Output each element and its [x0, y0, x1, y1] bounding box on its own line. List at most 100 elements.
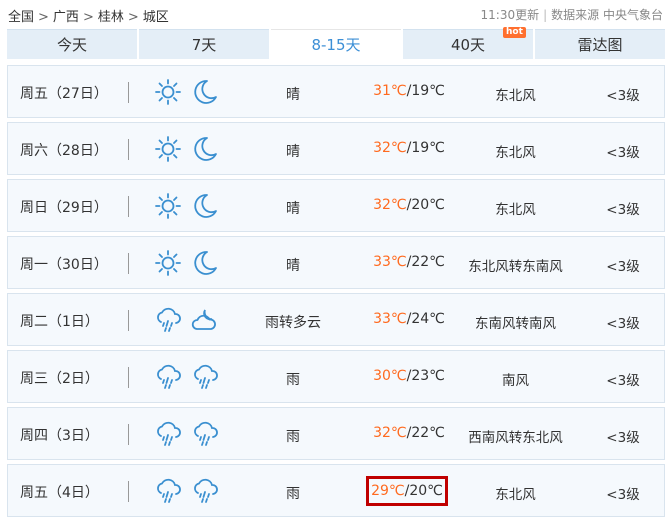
breadcrumb-separator: > — [127, 10, 139, 25]
divider — [128, 253, 129, 274]
tab-7-days[interactable]: 7天 — [139, 29, 269, 59]
moon-icon — [191, 249, 219, 277]
wind-level: <3级 — [606, 145, 640, 161]
breadcrumb-separator: > — [38, 10, 49, 25]
rain-icon — [154, 363, 182, 391]
high-temperature: 30℃ — [373, 368, 407, 384]
high-temperature: 32℃ — [373, 140, 407, 156]
rain-icon — [154, 306, 182, 334]
forecast-day: 周日（29日） — [20, 200, 108, 216]
wind-level: <3级 — [606, 259, 640, 275]
divider — [128, 196, 129, 217]
weather-condition: 晴 — [286, 201, 300, 217]
weather-condition: 雨 — [286, 429, 300, 445]
low-temperature: /19℃ — [406, 83, 445, 99]
wind-direction: 东南风转南风 — [475, 316, 556, 332]
weather-condition: 雨转多云 — [265, 315, 321, 331]
forecast-day: 周五（27日） — [20, 86, 108, 102]
data-source: 数据来源 中央气象台 — [551, 8, 663, 22]
wind-direction: 东北风 — [495, 145, 536, 161]
rain-icon — [154, 420, 182, 448]
wind-direction: 东北风转东南风 — [468, 259, 563, 275]
breadcrumb-national[interactable]: 全国 — [8, 10, 34, 25]
wind-direction: 东北风 — [495, 202, 536, 218]
high-temperature: 31℃ — [373, 83, 407, 99]
low-temperature: /19℃ — [406, 140, 445, 156]
update-time: 11:30更新 — [480, 8, 540, 22]
wind-level: <3级 — [606, 88, 640, 104]
rain-icon — [191, 363, 219, 391]
low-temperature: /22℃ — [406, 425, 445, 441]
wind-level: <3级 — [606, 373, 640, 389]
forecast-row: 周五（4日） 雨 29℃/20℃ 东北风 <3级 — [7, 464, 665, 517]
forecast-row: 周五（27日） 晴 31℃/19℃ 东北风 <3级 — [7, 65, 665, 118]
forecast-row: 周三（2日） 雨 30℃/23℃ 南风 <3级 — [7, 350, 665, 403]
forecast-day: 周三（2日） — [20, 371, 99, 387]
high-temperature: 32℃ — [373, 197, 407, 213]
breadcrumb-guangxi[interactable]: 广西 — [53, 10, 79, 25]
weather-condition: 雨 — [286, 372, 300, 388]
temperature: 33℃/24℃ — [364, 311, 454, 327]
wind-level: <3级 — [606, 430, 640, 446]
hot-badge: hot — [503, 27, 526, 38]
moon-icon — [191, 78, 219, 106]
weather-condition: 晴 — [286, 144, 300, 160]
low-temperature: /20℃ — [406, 197, 445, 213]
divider — [128, 424, 129, 445]
wind-direction: 南风 — [502, 373, 529, 389]
wind-direction: 东北风 — [495, 88, 536, 104]
wind-direction: 西南风转东北风 — [468, 430, 563, 446]
sun-icon — [154, 249, 182, 277]
high-temperature: 33℃ — [373, 254, 407, 270]
divider — [128, 82, 129, 103]
temperature: 32℃/22℃ — [364, 425, 454, 441]
divider — [128, 310, 129, 331]
tab-radar[interactable]: 雷达图 — [535, 29, 665, 59]
breadcrumb-district: 城区 — [142, 10, 169, 25]
breadcrumb: 全国 > 广西 > 桂林 > 城区 — [8, 6, 173, 25]
cloudy-night-icon — [191, 306, 219, 334]
breadcrumb-guilin[interactable]: 桂林 — [98, 10, 124, 25]
low-temperature: /24℃ — [406, 311, 445, 327]
moon-icon — [191, 135, 219, 163]
divider: | — [543, 8, 548, 22]
tab-40-days-label: 40天 — [450, 36, 486, 54]
forecast-day: 周四（3日） — [20, 428, 99, 444]
high-temperature: 32℃ — [373, 425, 407, 441]
divider — [128, 139, 129, 160]
rain-icon — [191, 477, 219, 505]
forecast-day: 周六（28日） — [20, 143, 108, 159]
tab-today[interactable]: 今天 — [7, 29, 137, 59]
temperature: 32℃/20℃ — [364, 197, 454, 213]
weather-condition: 晴 — [286, 87, 300, 103]
forecast-row: 周一（30日） 晴 33℃/22℃ 东北风转东南风 <3级 — [7, 236, 665, 289]
high-temperature: 33℃ — [373, 311, 407, 327]
divider — [128, 481, 129, 502]
wind-level: <3级 — [606, 202, 640, 218]
divider — [128, 367, 129, 388]
forecast-day: 周五（4日） — [20, 485, 99, 501]
low-temperature: /23℃ — [406, 368, 445, 384]
moon-icon — [191, 192, 219, 220]
forecast-row: 周四（3日） 雨 32℃/22℃ 西南风转东北风 <3级 — [7, 407, 665, 460]
low-temperature: /20℃ — [404, 483, 443, 499]
wind-direction: 东北风 — [495, 487, 536, 503]
top-bar: 全国 > 广西 > 桂林 > 城区 11:30更新 | 数据来源 中央气象台 — [0, 0, 669, 28]
forecast-row: 周日（29日） 晴 32℃/20℃ 东北风 <3级 — [7, 179, 665, 232]
wind-level: <3级 — [606, 316, 640, 332]
temperature: 31℃/19℃ — [364, 83, 454, 99]
high-temperature: 29℃ — [371, 483, 405, 499]
sun-icon — [154, 78, 182, 106]
forecast-row: 周二（1日） 雨转多云 33℃/24℃ 东南风转南风 <3级 — [7, 293, 665, 346]
forecast-day: 周一（30日） — [20, 257, 108, 273]
rain-icon — [154, 477, 182, 505]
forecast-row: 周六（28日） 晴 32℃/19℃ 东北风 <3级 — [7, 122, 665, 175]
tab-8-15-days[interactable]: 8-15天 — [271, 29, 401, 59]
update-info: 11:30更新 | 数据来源 中央气象台 — [481, 6, 663, 23]
sun-icon — [154, 135, 182, 163]
rain-icon — [191, 420, 219, 448]
wind-level: <3级 — [606, 487, 640, 503]
weather-condition: 雨 — [286, 486, 300, 502]
forecast-tabs: 今天 7天 8-15天 40天 hot 雷达图 — [7, 27, 669, 59]
sun-icon — [154, 192, 182, 220]
